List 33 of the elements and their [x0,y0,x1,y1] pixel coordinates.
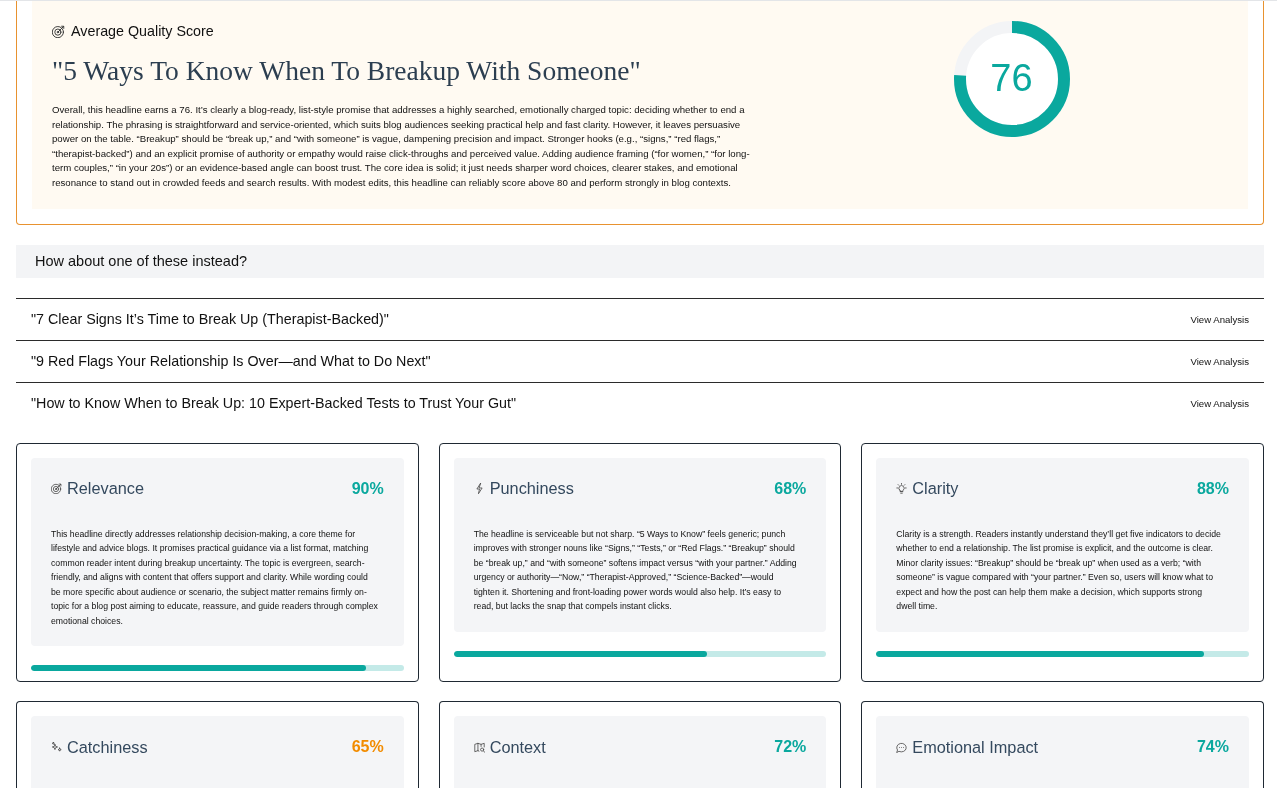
criterion-title: Clarity [912,479,959,499]
headline-title: "5 Ways To Know When To Breakup With Someone" [52,55,642,87]
criterion-score: 90% [351,479,384,498]
view-analysis-button[interactable]: View Analysis [1190,353,1249,369]
criterion-title: Relevance [67,479,144,499]
summary-text: Overall, this headline earns a 76. It’s clearly a blog-ready, list-style promise that addresses a highly searched, emotionally charged topic: deciding whether to end a relationship. The phrasing is straightforward and service-oriented, which suits blog audiences seeking practical help and fast clarity. However, it leaves persuasive power on the table. “Breakup” should be “break up,” and “with someone” is vague, dampening precision and impact. Stronger hooks (e.g., “signs,” “red flags,” “therapist-backed”) and an explicit promise of authority or empathy would raise click-throughs and perceived value. Adding audience framing (“for women,” “for long-term couples,” “in your 20s”) or an evidence-based angle can boost trust. The core idea is solid; it just needs sharper word choices, clearer stakes, and emotional resonance to stand out in crowded feeds and search results. With modest edits, this headline can reliably score above 80 and perform strongly in blog contexts. [52,103,750,190]
criterion-text: The headline is serviceable but not sharp. “5 Ways to Know” feels generic; punch improves with stronger nouns like “Signs,” “Tests,” or “Red Flags.” “Breakup” should be “break up,” and “with someone” softens impact versus “with your partner.” Adding urgency or authority—“Now,” “Therapist-Approved,” “Science-Backed”—would tighten it. Shortening and front-loading power words would also help. It’s easy to read, but lacks the snap that compels instant clicks. [473,527,798,614]
criterion-text: This headline directly addresses relationship decision-making, a core theme for lifestyle and advice blogs. It promises practical guidance via a list format, matching common reader intent during breakup uncertainty. The topic is evergreen, search-friendly, and aligns with content that offers support and clarity. While wording could be more specific about audience or scenario, the subject matter remains firmly on-topic for a blog post aiming to educate, reassure, and guide readers through complex emotional choices. [51,527,379,628]
criterion-score: 65% [351,738,384,757]
criterion-title: Punchiness [489,479,574,499]
view-analysis-button[interactable]: View Analysis [1190,311,1249,327]
criterion-score: 88% [1196,479,1229,498]
criterion-score: 74% [1196,738,1229,757]
chat-bubble-icon [896,741,908,753]
criterion-score: 72% [774,738,807,757]
summary-label: Average Quality Score [71,23,214,39]
criterion-title: Context [489,737,546,757]
target-icon [52,24,65,38]
suggestions-prompt: How about one of these instead? [16,244,1264,278]
suggested-headline: "How to Know When to Break Up: 10 Expert-Backed Tests to Trust Your Gut" [31,395,517,412]
lightning-icon [473,483,485,495]
criterion-title: Catchiness [67,737,148,757]
criterion-score: 68% [774,479,807,498]
target-icon [51,483,62,495]
criterion-title: Emotional Impact [912,737,1039,757]
map-search-icon [473,741,485,753]
score-value: 76 [990,58,1033,99]
suggested-headline: "9 Red Flags Your Relationship Is Over—and What to Do Next" [31,353,431,370]
criterion-text: Clarity is a strength. Readers instantly understand they’ll get five indicators to decide whether to end a relationship. The list promise is explicit, and the outcome is clear. Minor clarity issues: “Breakup” should be “break up” when used as a verb; “with someone” is vague compared with “your partner.” Even so, users will know what to expect and how the post can help them make a decision, which supports strong dwell time. [896,527,1222,614]
sparkles-icon [51,741,62,753]
lightbulb-icon [896,483,908,495]
suggested-headline: "7 Clear Signs It’s Time to Break Up (Therapist-Backed)" [31,311,389,328]
view-analysis-button[interactable]: View Analysis [1190,395,1249,411]
